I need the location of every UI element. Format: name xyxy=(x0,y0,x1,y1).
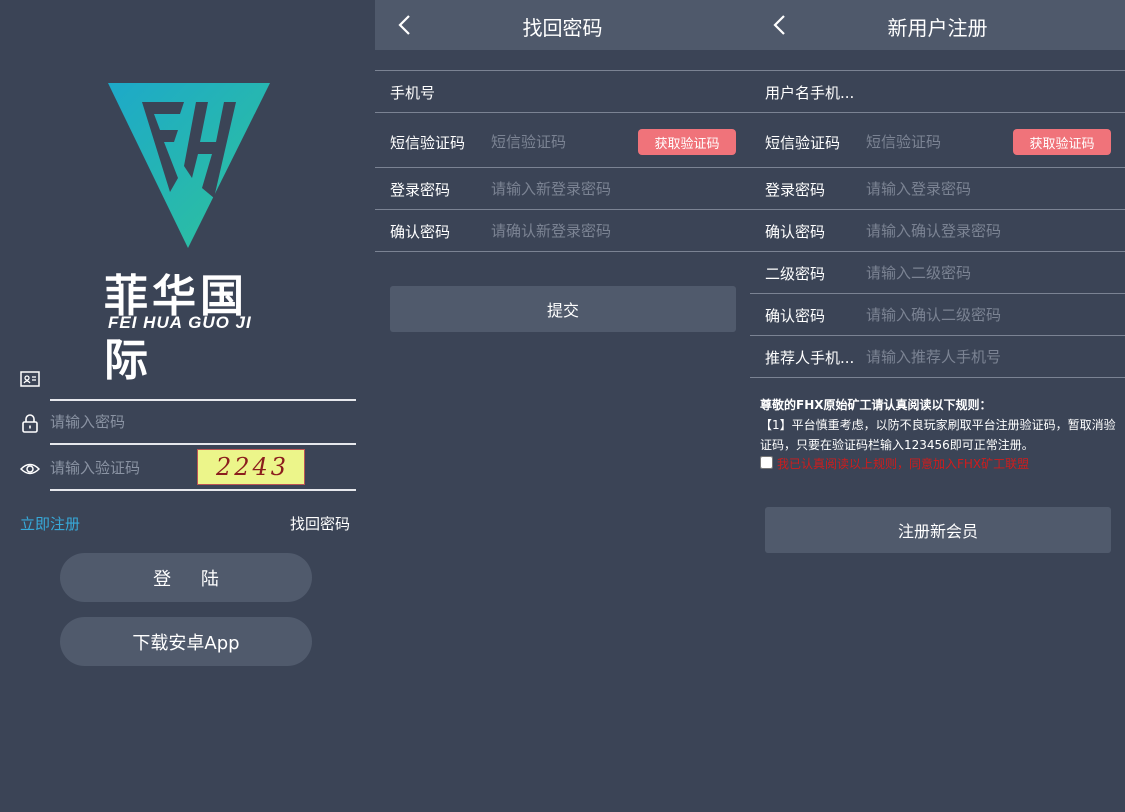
register-link[interactable]: 立即注册 xyxy=(20,513,80,534)
forgot-header: 找回密码 xyxy=(375,0,750,50)
username-row: 用户名手机... xyxy=(750,71,1125,113)
phone-label: 手机号 xyxy=(390,84,436,102)
get-code-button[interactable]: 获取验证码 xyxy=(1013,129,1111,155)
sms-label: 短信验证码 xyxy=(390,134,466,152)
forgot-form: 手机号 短信验证码 获取验证码 登录密码 确认密码 xyxy=(375,70,750,252)
password-row: 登录密码 xyxy=(750,168,1125,210)
eye-icon xyxy=(20,463,40,475)
confirm-password-row: 确认密码 xyxy=(375,210,750,252)
captcha-underline xyxy=(50,489,356,491)
register-panel: 新用户注册 用户名手机... 短信验证码 获取验证码 登录密码 确认密码 二级密… xyxy=(750,0,1125,812)
phone-row: 手机号 xyxy=(375,71,750,113)
confirm-password-input[interactable] xyxy=(866,217,1016,245)
new-password-row: 登录密码 xyxy=(375,168,750,210)
confirm-secondary-label: 确认密码 xyxy=(765,307,826,325)
confirm-secondary-input[interactable] xyxy=(866,301,1016,329)
confirm-password-input[interactable] xyxy=(491,217,641,245)
page-title: 新用户注册 xyxy=(887,16,988,40)
confirm-secondary-row: 确认密码 xyxy=(750,294,1125,336)
new-password-input[interactable] xyxy=(491,175,641,203)
page-title: 找回密码 xyxy=(522,16,603,40)
agree-text: 我已认真阅读以上规则，同意加入FHX矿工联盟 xyxy=(777,457,1030,471)
sms-label: 短信验证码 xyxy=(765,134,841,152)
referrer-input[interactable] xyxy=(866,343,1016,371)
register-header: 新用户注册 xyxy=(750,0,1125,50)
sms-row: 短信验证码 获取验证码 xyxy=(375,113,750,168)
sms-row: 短信验证码 获取验证码 xyxy=(750,113,1125,168)
password-row xyxy=(0,401,375,445)
get-code-button[interactable]: 获取验证码 xyxy=(638,129,736,155)
rules-notice: 尊敬的FHX原始矿工请认真阅读以下规则： 【1】平台慎重考虑，以防不良玩家刷取平… xyxy=(760,395,1120,455)
secondary-password-row: 二级密码 xyxy=(750,252,1125,294)
username-row xyxy=(0,357,375,401)
lock-icon xyxy=(22,414,38,433)
username-label: 用户名手机... xyxy=(765,84,855,102)
username-input[interactable] xyxy=(866,78,1016,106)
id-card-icon xyxy=(20,371,40,387)
notice-title: 尊敬的FHX原始矿工请认真阅读以下规则： xyxy=(760,398,992,412)
login-panel: 菲华国际 FEI HUA GUO JI 2243 立即注册 找回密码 xyxy=(0,0,375,812)
referrer-row: 推荐人手机... xyxy=(750,336,1125,378)
submit-button[interactable]: 提交 xyxy=(390,286,736,332)
username-input[interactable] xyxy=(50,363,190,393)
register-form: 用户名手机... 短信验证码 获取验证码 登录密码 确认密码 二级密码 确认密码… xyxy=(750,70,1125,378)
secondary-password-input[interactable] xyxy=(866,259,1016,287)
notice-body: 【1】平台慎重考虑，以防不良玩家刷取平台注册验证码，暂取消验证码，只要在验证码栏… xyxy=(760,418,1116,452)
sms-input[interactable] xyxy=(866,128,1016,156)
register-submit-button[interactable]: 注册新会员 xyxy=(765,507,1111,553)
password-input[interactable] xyxy=(866,175,1016,203)
password-input[interactable] xyxy=(50,407,190,437)
agree-checkbox[interactable] xyxy=(760,456,773,469)
password-label: 登录密码 xyxy=(765,181,826,199)
login-button[interactable]: 登 陆 xyxy=(60,553,312,602)
download-app-button[interactable]: 下载安卓App xyxy=(60,617,312,666)
referrer-label: 推荐人手机... xyxy=(765,349,855,367)
forgot-password-link[interactable]: 找回密码 xyxy=(290,513,350,534)
sms-input[interactable] xyxy=(491,128,641,156)
phone-input[interactable] xyxy=(491,78,641,106)
forgot-password-panel: 找回密码 手机号 短信验证码 获取验证码 登录密码 确认密码 提交 xyxy=(375,0,750,812)
confirm-label: 确认密码 xyxy=(390,223,451,241)
captcha-row: 2243 xyxy=(0,447,375,491)
secondary-label: 二级密码 xyxy=(765,265,826,283)
agree-row: 我已认真阅读以上规则，同意加入FHX矿工联盟 xyxy=(760,454,1120,474)
password-label: 登录密码 xyxy=(390,181,451,199)
confirm-label: 确认密码 xyxy=(765,223,826,241)
confirm-password-row: 确认密码 xyxy=(750,210,1125,252)
captcha-input[interactable] xyxy=(50,453,190,483)
logo-english-text: FEI HUA GUO JI xyxy=(108,313,252,332)
captcha-image[interactable]: 2243 xyxy=(197,449,305,485)
password-underline xyxy=(50,443,356,445)
